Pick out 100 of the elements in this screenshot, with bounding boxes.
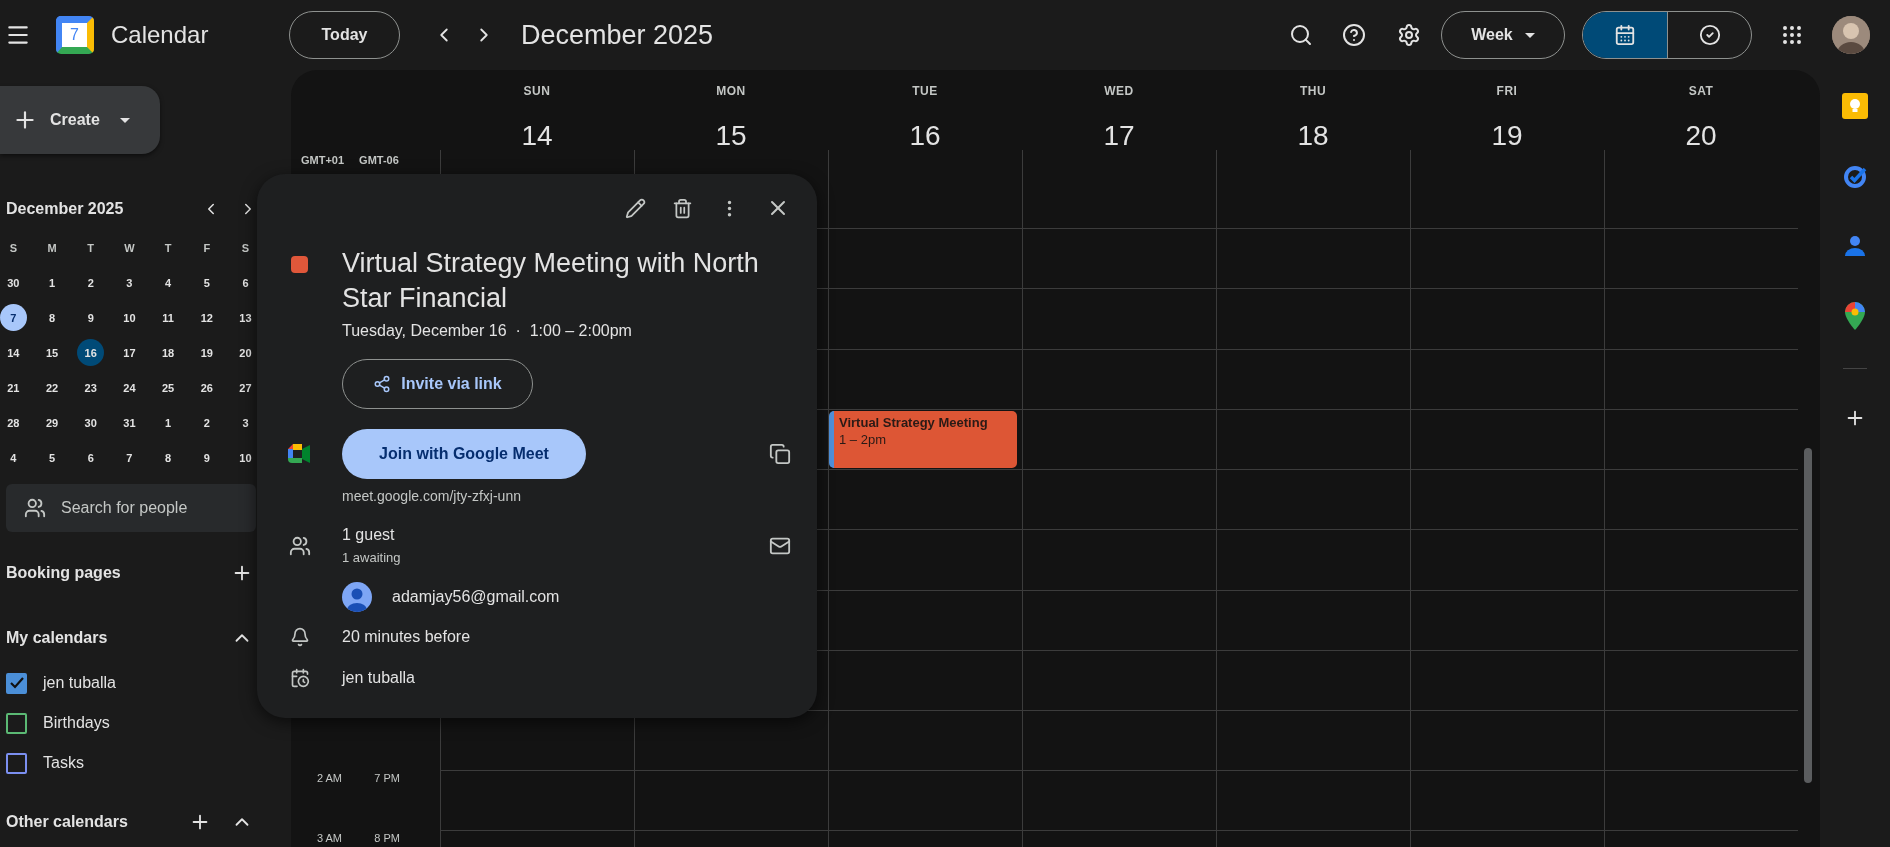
- mini-calendar-day[interactable]: 6: [77, 444, 105, 471]
- settings-icon[interactable]: [1397, 23, 1421, 47]
- mini-calendar-day[interactable]: 11: [154, 304, 182, 331]
- guest-status: 1 awaiting: [342, 549, 402, 567]
- day-number[interactable]: 16: [909, 118, 941, 154]
- mini-calendar-day[interactable]: 1: [154, 409, 182, 436]
- mini-calendar-day[interactable]: 28: [0, 409, 27, 436]
- calendar-view-button[interactable]: [1583, 12, 1667, 58]
- mini-calendar-day[interactable]: 27: [231, 374, 259, 401]
- calendar-logo: 7: [56, 16, 94, 54]
- avatar-icon[interactable]: [1832, 16, 1870, 54]
- copy-icon[interactable]: [769, 443, 791, 465]
- delete-icon[interactable]: [672, 197, 693, 219]
- weekday-label: W: [124, 241, 135, 254]
- calendar-icon: [289, 668, 310, 688]
- event-date-time: Tuesday, December 16 · 1:00 – 2:00pm: [342, 321, 633, 341]
- weekday-name: WED: [1104, 83, 1134, 100]
- weekday-name: SUN: [523, 83, 551, 100]
- weekday-name: MON: [716, 83, 746, 100]
- scrollbar-thumb[interactable]: [1804, 448, 1812, 783]
- mini-calendar-day[interactable]: 31: [115, 409, 143, 436]
- mini-calendar-day[interactable]: 6: [231, 269, 259, 296]
- person-icon[interactable]: [1844, 234, 1866, 258]
- weekday-name: THU: [1299, 83, 1327, 100]
- calendar-checkbox[interactable]: [6, 712, 27, 734]
- mini-calendar-day[interactable]: 8: [38, 304, 66, 331]
- mini-calendar-day[interactable]: 23: [77, 374, 105, 401]
- day-number[interactable]: 19: [1491, 118, 1523, 154]
- mini-calendar-day[interactable]: 1: [38, 269, 66, 296]
- edit-icon[interactable]: [625, 197, 646, 219]
- mini-calendar-day[interactable]: 3: [231, 409, 259, 436]
- section-title[interactable]: Other calendars: [6, 813, 175, 831]
- check-circle-icon[interactable]: [1842, 164, 1868, 190]
- section-title[interactable]: My calendars: [6, 629, 217, 647]
- mini-calendar-day[interactable]: 8: [154, 444, 182, 471]
- calendar-checkbox[interactable]: [6, 672, 27, 694]
- check-circle-icon: [1698, 24, 1721, 46]
- mini-calendar-day[interactable]: 17: [115, 339, 143, 366]
- mail-icon[interactable]: [769, 535, 791, 557]
- mini-calendar-day[interactable]: 5: [38, 444, 66, 471]
- weekday-name: TUE: [912, 83, 938, 100]
- mini-calendar-day[interactable]: 10: [231, 444, 259, 471]
- video-camera-icon: [287, 444, 312, 464]
- apps-grid-icon[interactable]: [1780, 23, 1804, 47]
- mini-calendar-day[interactable]: 9: [193, 444, 221, 471]
- day-number[interactable]: 20: [1685, 118, 1717, 154]
- mini-calendar-day[interactable]: 16: [77, 339, 105, 366]
- mini-calendar-day[interactable]: 12: [193, 304, 221, 331]
- day-number[interactable]: 18: [1297, 118, 1329, 154]
- guests-icon: [288, 535, 311, 557]
- mini-calendar-day[interactable]: 19: [193, 339, 221, 366]
- event-title: Virtual Strategy Meeting with North Star Financial: [342, 247, 760, 315]
- guest-avatar-icon: [342, 582, 372, 612]
- mini-calendar-day[interactable]: 22: [38, 374, 66, 401]
- weekday-label: S: [241, 241, 250, 254]
- mini-calendar-day[interactable]: 21: [0, 374, 27, 401]
- mini-calendar-day[interactable]: 30: [0, 269, 27, 296]
- day-number[interactable]: 17: [1103, 118, 1135, 154]
- mini-calendar-day[interactable]: 2: [77, 269, 105, 296]
- mini-calendar-day[interactable]: 25: [154, 374, 182, 401]
- calendar-checkbox[interactable]: [6, 752, 27, 774]
- create-button[interactable]: Create: [0, 86, 160, 154]
- join-meeting-button[interactable]: Join with Google Meet: [342, 429, 586, 479]
- calendar-label: jen tuballa: [43, 674, 116, 692]
- mini-calendar-title: December 2025: [6, 200, 125, 218]
- app-title: Calendar: [111, 21, 209, 49]
- meeting-link[interactable]: meet.google.com/jty-zfxj-unn: [342, 486, 743, 506]
- guest-count: 1 guest: [342, 525, 396, 545]
- invite-button[interactable]: Invite via link: [342, 359, 533, 409]
- hour-label: 7 PM: [373, 772, 400, 786]
- mini-calendar-day[interactable]: 10: [115, 304, 143, 331]
- calendar-event[interactable]: Virtual Strategy Meeting 1 – 2pm: [829, 411, 1017, 468]
- day-number[interactable]: 15: [715, 118, 747, 154]
- mini-calendar-day[interactable]: 13: [231, 304, 259, 331]
- search-people-field[interactable]: Search for people: [6, 484, 256, 532]
- mini-calendar-day[interactable]: 4: [154, 269, 182, 296]
- mini-calendar-day[interactable]: 4: [0, 444, 27, 471]
- mini-calendar-day[interactable]: 30: [77, 409, 105, 436]
- mini-calendar-day[interactable]: 5: [193, 269, 221, 296]
- bell-icon: [289, 627, 310, 647]
- mini-calendar-day[interactable]: 18: [154, 339, 182, 366]
- calendar-icon: [1614, 24, 1636, 46]
- timezone-label: GMT+01: [301, 154, 345, 166]
- mini-calendar-day[interactable]: 24: [115, 374, 143, 401]
- help-icon[interactable]: [1342, 23, 1366, 47]
- mini-calendar-day[interactable]: 2: [193, 409, 221, 436]
- day-number[interactable]: 14: [521, 118, 553, 154]
- caret-icon: [119, 117, 130, 123]
- mini-calendar-day[interactable]: 7: [115, 444, 143, 471]
- mini-calendar-day[interactable]: 20: [231, 339, 259, 366]
- mini-calendar-day[interactable]: 9: [77, 304, 105, 331]
- mini-calendar-day[interactable]: 7: [0, 304, 27, 331]
- mini-calendar-day[interactable]: 15: [38, 339, 66, 366]
- mini-calendar-day[interactable]: 29: [38, 409, 66, 436]
- calendar-label: Tasks: [43, 754, 84, 772]
- map-pin-icon[interactable]: [1845, 302, 1865, 330]
- mini-calendar-day[interactable]: 26: [193, 374, 221, 401]
- search-icon[interactable]: [1289, 23, 1313, 47]
- mini-calendar-day[interactable]: 14: [0, 339, 27, 366]
- mini-calendar-day[interactable]: 3: [115, 269, 143, 296]
